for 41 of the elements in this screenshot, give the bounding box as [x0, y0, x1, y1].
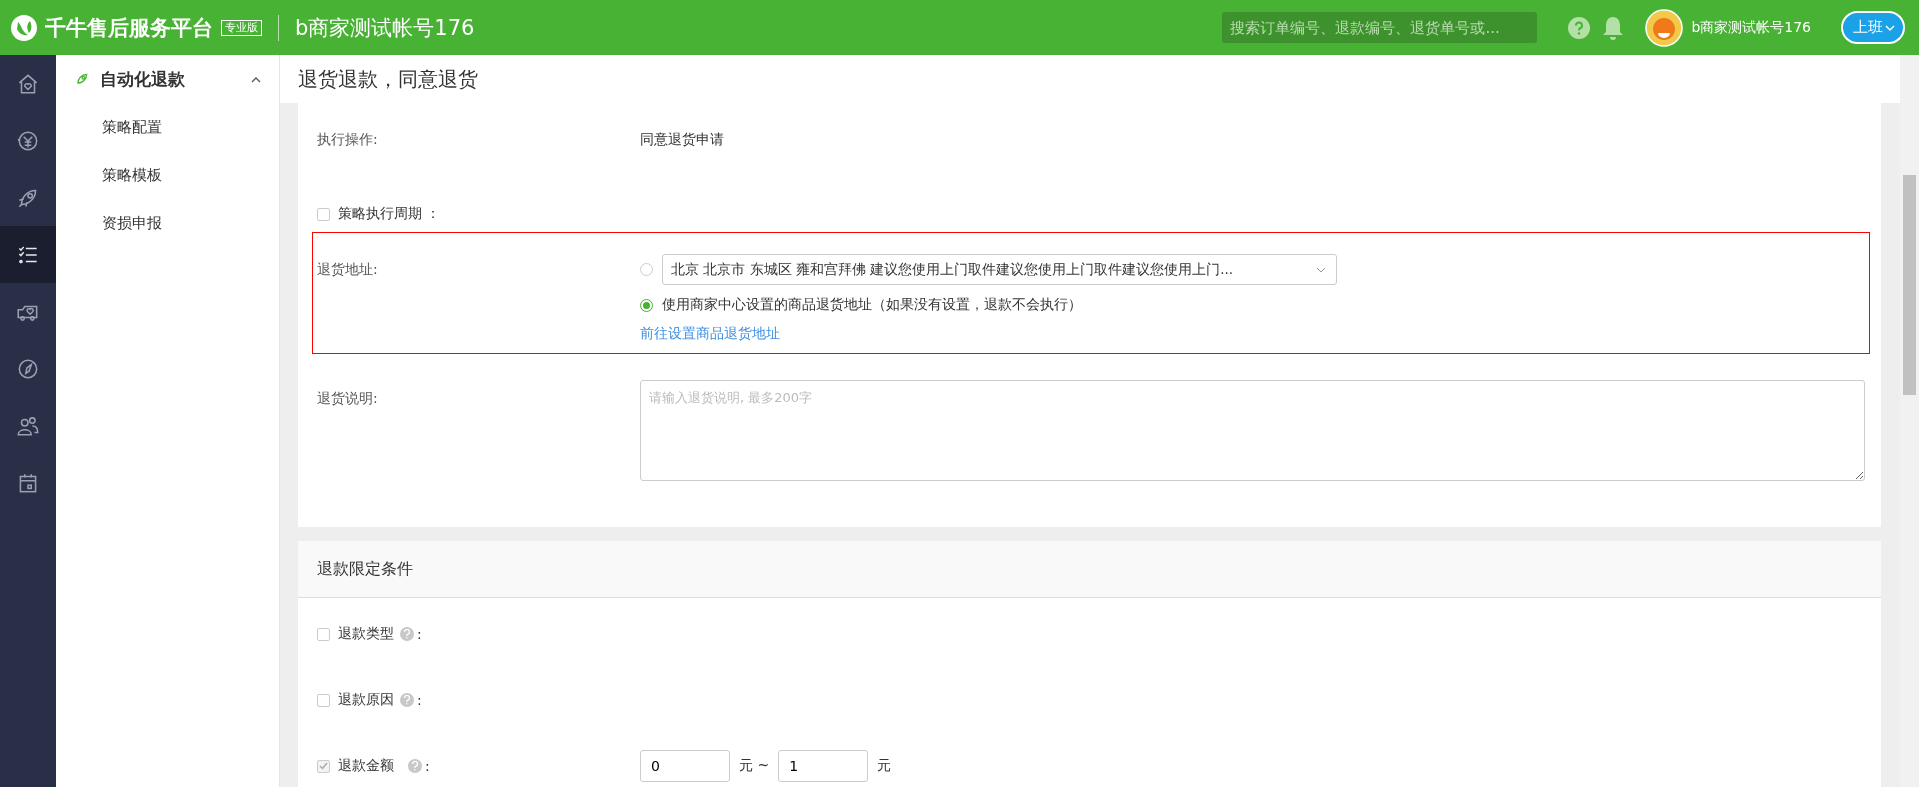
- field-label: 退货说明:: [317, 389, 379, 408]
- colon-text: :: [417, 626, 422, 642]
- menu-group-title: 自动化退款: [100, 67, 186, 91]
- bell-icon[interactable]: [1601, 14, 1626, 41]
- checkbox-label: 退款原因: [338, 691, 394, 709]
- field-label: 退货地址:: [317, 260, 379, 279]
- settings-link[interactable]: 前往设置商品退货地址: [640, 325, 780, 341]
- address-dropdown[interactable]: 北京 北京市 东城区 雍和宫拜佛 建议您使用上门取件建议您使用上门取件建议您使用上门...: [662, 254, 1337, 285]
- colon-text: :: [425, 758, 430, 774]
- colon-text: :: [417, 692, 422, 708]
- help-icon[interactable]: [400, 693, 414, 707]
- chevron-icon: [251, 75, 261, 83]
- search-field[interactable]: 搜索订单编号、退款编号、退货单号或...: [1222, 12, 1538, 43]
- menu-item[interactable]: 策略模板: [56, 151, 279, 199]
- brand-name: 千牛售后服务平台: [45, 14, 213, 42]
- checkbox-label: 退款金额: [338, 757, 394, 775]
- menu-item[interactable]: 资损申报: [56, 199, 279, 247]
- caret-icon: [1316, 266, 1326, 273]
- help-icon[interactable]: [408, 759, 422, 773]
- caret-icon: [1885, 23, 1895, 32]
- field-value: 同意退货申请: [640, 131, 725, 149]
- avatar-icon[interactable]: [1645, 8, 1684, 47]
- menu-group[interactable]: 自动化退款: [56, 55, 279, 103]
- edition-badge: 专业版: [221, 19, 262, 36]
- checkbox[interactable]: [317, 627, 330, 641]
- unit-text: 元 ~: [739, 757, 770, 775]
- checkbox[interactable]: [317, 693, 330, 707]
- checkbox-label: 策略执行周期 ：: [338, 205, 441, 223]
- help-icon[interactable]: [1567, 15, 1592, 40]
- help-icon[interactable]: [400, 627, 414, 641]
- checkbox-label: 退款类型: [338, 625, 394, 643]
- section-title: 退款限定条件: [298, 541, 1881, 598]
- account-title: b商家测试帐号176: [295, 14, 475, 42]
- menu-item[interactable]: 策略配置: [56, 103, 279, 151]
- radio-label: 使用商家中心设置的商品退货地址（如果没有设置，退款不会执行）: [662, 296, 1082, 314]
- unit-text: 元: [877, 757, 892, 775]
- logo-icon: [10, 13, 38, 42]
- nav-item[interactable]: [0, 226, 56, 283]
- note-field[interactable]: 请输入退货说明, 最多200字: [640, 380, 1865, 481]
- checkbox[interactable]: [317, 207, 330, 221]
- field-label: 执行操作:: [317, 131, 379, 149]
